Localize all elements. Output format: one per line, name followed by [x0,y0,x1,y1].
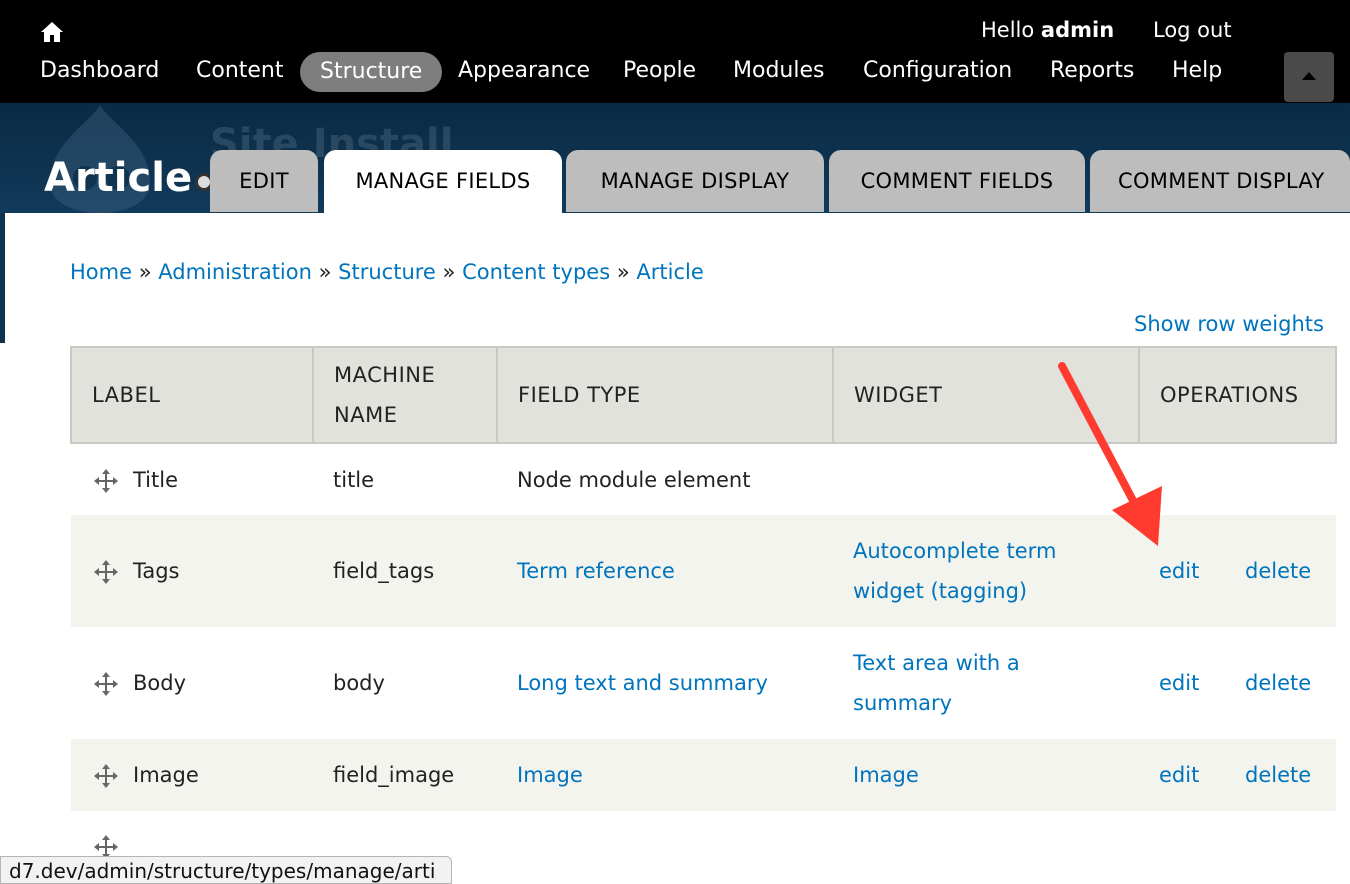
greeting-text: Hello [981,18,1035,42]
menu-dashboard[interactable]: Dashboard [40,58,159,83]
username-link[interactable]: admin [1041,18,1114,42]
delete-link[interactable]: delete [1245,671,1311,695]
header-label: LABEL [70,346,314,444]
machine-name: field_tags [313,515,497,627]
empty-cell [497,811,833,881]
field-label: Image [133,763,199,787]
row-label-cell: Image [71,739,313,811]
breadcrumb-separator: » [442,260,456,284]
menu-structure[interactable]: Structure [300,52,443,92]
breadcrumb-separator: » [138,260,152,284]
field-type-link[interactable]: Term reference [517,559,675,583]
breadcrumb-administration[interactable]: Administration [158,260,312,284]
breadcrumb-article[interactable]: Article [636,260,703,284]
field-type-link[interactable]: Image [517,763,583,787]
drag-handle-icon[interactable] [93,671,119,697]
operations [1139,443,1336,515]
drag-handle-icon[interactable] [93,763,119,789]
admin-toolbar: Hello admin Log out Dashboard Content St… [0,0,1350,103]
field-type-cell: Long text and summary [497,627,833,739]
machine-name: body [313,627,497,739]
edit-link[interactable]: edit [1159,755,1245,795]
breadcrumb-separator: » [318,260,332,284]
edit-link[interactable]: edit [1159,551,1245,591]
row-label-cell: Body [71,627,313,739]
widget-line1: Text area with a [853,651,1020,675]
tab-comment-fields[interactable]: COMMENT FIELDS [829,150,1085,212]
drag-handle-icon[interactable] [93,468,119,494]
machine-name: field_image [313,739,497,811]
menu-appearance[interactable]: Appearance [458,58,590,83]
header-operations: OPERATIONS [1138,346,1337,444]
delete-link[interactable]: delete [1245,559,1311,583]
row-label-cell: Tags [71,515,313,627]
menu-configuration[interactable]: Configuration [863,58,1012,83]
header-machine-name-line2: NAME [334,403,398,427]
widget-link[interactable]: Image [853,763,919,787]
empty-cell [1139,811,1336,881]
header-machine-name: MACHINE NAME [312,346,498,444]
header-field-type: FIELD TYPE [496,346,834,444]
menu-reports[interactable]: Reports [1050,58,1134,83]
table-row: Tags field_tags Term reference Autocompl… [71,515,1336,627]
breadcrumb-home[interactable]: Home [70,260,132,284]
menu-help[interactable]: Help [1172,58,1222,83]
machine-name: title [313,443,497,515]
drag-handle-icon[interactable] [93,559,119,585]
home-icon[interactable] [40,20,64,44]
table-row: Title title Node module element [71,443,1336,515]
field-label: Title [133,467,179,492]
tab-manage-display[interactable]: MANAGE DISPLAY [566,150,824,212]
widget-link[interactable]: Autocomplete term widget (tagging) [853,539,1056,603]
header-machine-name-line1: MACHINE [334,363,436,387]
menu-content[interactable]: Content [196,58,284,83]
delete-link[interactable]: delete [1245,763,1311,787]
field-type-link[interactable]: Long text and summary [517,671,768,695]
triangle-up-icon [1302,72,1316,80]
field-type: Node module element [497,443,833,515]
show-row-weights-link[interactable]: Show row weights [1134,312,1324,336]
field-type-cell: Term reference [497,515,833,627]
edit-link[interactable]: edit [1159,663,1245,703]
table-row: Body body Long text and summary Text are… [71,627,1336,739]
left-stripe [0,213,5,343]
menu-modules[interactable]: Modules [733,58,824,83]
fields-table: LABEL MACHINE NAME FIELD TYPE WIDGET OPE… [70,346,1337,881]
widget-line2: widget (tagging) [853,579,1028,603]
table-row: Image field_image Image Image edit delete [71,739,1336,811]
user-greeting: Hello admin [981,18,1114,42]
field-label: Tags [133,559,180,583]
tab-comment-display[interactable]: COMMENT DISPLAY [1090,150,1350,212]
row-label-cell: Title [71,443,313,515]
shortcuts-toggle-button[interactable] [1284,52,1334,102]
page-title: Article [44,155,193,201]
widget-line1: Autocomplete term [853,539,1057,563]
breadcrumb-separator: » [616,260,630,284]
operations: edit delete [1139,739,1336,811]
tab-manage-fields[interactable]: MANAGE FIELDS [324,150,562,214]
menu-people[interactable]: People [623,58,696,83]
empty-cell [833,811,1139,881]
logout-link[interactable]: Log out [1153,18,1232,42]
widget-line2: summary [853,691,953,715]
breadcrumb-content-types[interactable]: Content types [462,260,610,284]
breadcrumb: Home » Administration » Structure » Cont… [70,260,704,284]
breadcrumb-structure[interactable]: Structure [338,260,436,284]
widget-cell: Autocomplete term widget (tagging) [833,515,1139,627]
tab-edit[interactable]: EDIT [210,150,318,212]
widget [833,443,1139,515]
widget-link[interactable]: Text area with a summary [853,651,1020,715]
field-type-cell: Image [497,739,833,811]
operations: edit delete [1139,515,1336,627]
status-bar-url: d7.dev/admin/structure/types/manage/arti [0,856,452,884]
header-widget: WIDGET [832,346,1140,444]
widget-cell: Text area with a summary [833,627,1139,739]
table-header-row: LABEL MACHINE NAME FIELD TYPE WIDGET OPE… [70,346,1337,444]
operations: edit delete [1139,627,1336,739]
field-label: Body [133,671,187,695]
widget-cell: Image [833,739,1139,811]
